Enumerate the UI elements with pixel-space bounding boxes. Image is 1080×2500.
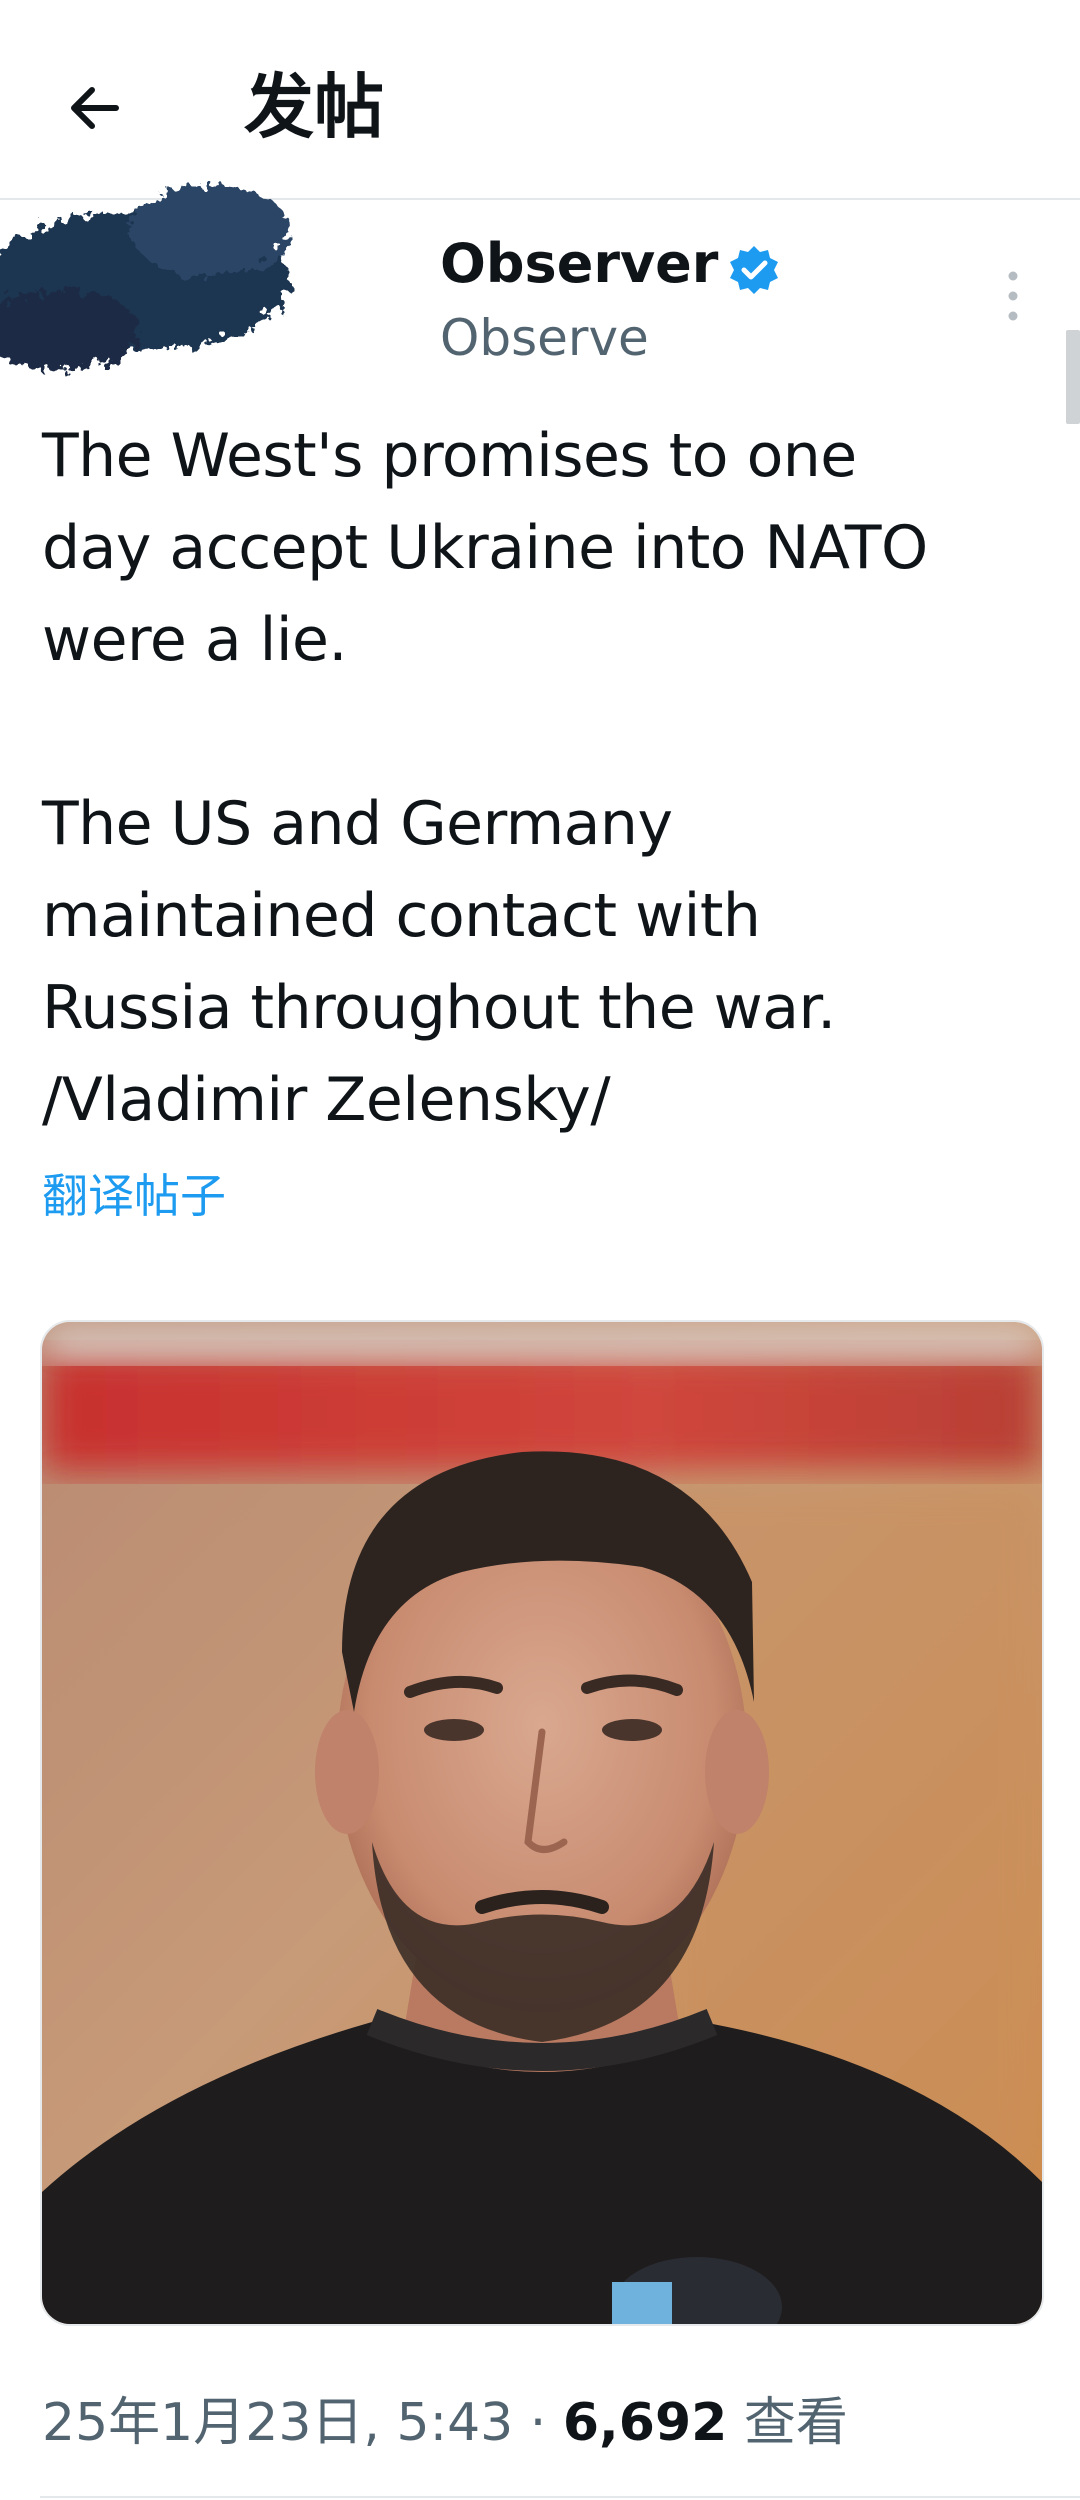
arrow-left-icon — [71, 87, 119, 129]
post-meta: 25年1月23日, 5:43 · 6,692 查看 — [42, 2390, 848, 2456]
translate-post-link[interactable]: 翻译帖子 — [42, 1166, 226, 1226]
post-image[interactable] — [40, 1320, 1044, 2326]
verified-badge-icon — [730, 246, 778, 294]
post-body: The West's promises to one day accept Uk… — [42, 410, 1042, 1146]
divider — [40, 2496, 1080, 2498]
display-name-text: Observer — [440, 232, 719, 295]
avatar[interactable] — [0, 160, 330, 400]
scrollbar-thumb[interactable] — [1066, 330, 1080, 424]
views-count[interactable]: 6,692 — [563, 2393, 727, 2453]
views-label: 查看 — [743, 2393, 848, 2453]
post-paragraph: The US and Germany maintained contact wi… — [42, 789, 836, 1135]
post-timestamp[interactable]: 25年1月23日, 5:43 — [42, 2393, 513, 2453]
back-button[interactable] — [56, 70, 132, 146]
more-vertical-icon[interactable] — [996, 268, 1030, 324]
portrait-photo — [42, 1322, 1042, 2324]
author-handle[interactable]: Observe — [440, 308, 649, 368]
author-display-name[interactable]: Observer — [440, 232, 718, 296]
handle-text: Observe — [440, 309, 649, 367]
page-title: 发帖 — [244, 66, 384, 148]
post-paragraph: The West's promises to one day accept Uk… — [42, 421, 928, 675]
meta-separator: · — [529, 2393, 547, 2453]
